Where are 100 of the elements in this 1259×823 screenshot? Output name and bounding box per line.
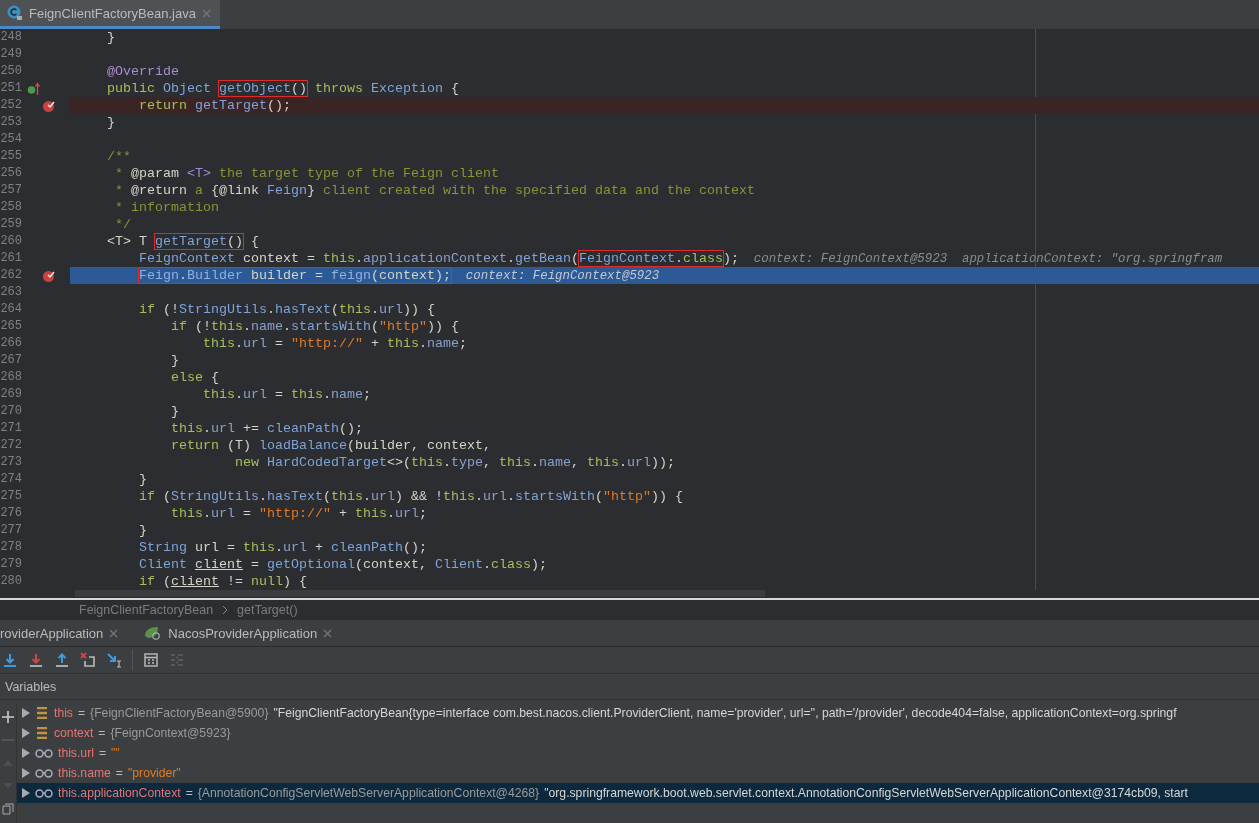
panel-title: Variables [5, 679, 57, 694]
line-number: 261 [0, 250, 22, 267]
variable-name: this.url [58, 746, 94, 760]
code-line: Client client = getOptional(context, Client.class); [138, 556, 548, 573]
equals-sign: = [98, 726, 106, 740]
add-icon[interactable] [2, 711, 14, 723]
class-file-icon [7, 5, 23, 21]
glasses-icon [35, 788, 53, 798]
line-number: 251 [0, 80, 22, 97]
equals-sign: = [77, 706, 86, 720]
line-number: 280 [0, 573, 22, 590]
code-line: * information [114, 199, 220, 216]
code-line: */ [114, 216, 132, 233]
variable-name: context [54, 726, 94, 740]
code-line: this.url = this.name; [201, 386, 372, 403]
line-number: 257 [0, 182, 22, 199]
line-number: 266 [0, 335, 22, 352]
line-number: 259 [0, 216, 22, 233]
variable-value: {FeignClientFactoryBean@5900} [90, 706, 269, 720]
line-number: 255 [0, 148, 22, 165]
field-icon [35, 727, 49, 739]
code-line: * @return a {@link Feign} client created with the specified data and the context [114, 182, 756, 199]
close-icon[interactable] [323, 628, 333, 638]
breadcrumb-item[interactable]: getTarget() [237, 603, 298, 617]
code-line: public Object getObject() throws Exception { [106, 80, 460, 97]
code-line: if (!StringUtils.hasText(this.url)) { [138, 301, 436, 318]
overrides-icon[interactable] [27, 81, 41, 96]
line-number: 274 [0, 471, 22, 488]
line-number: 273 [0, 454, 22, 471]
step-over-icon[interactable] [2, 652, 18, 668]
breadcrumb-item[interactable]: FeignClientFactoryBean [79, 603, 214, 617]
breakpoint-icon[interactable] [42, 268, 56, 283]
variable-value: "" [111, 746, 120, 760]
step-out-icon[interactable] [54, 652, 70, 668]
line-number: 264 [0, 301, 22, 318]
code-line: if (StringUtils.hasText(this.url) && !this.url.startsWith("http")) { [138, 488, 684, 505]
variable-value: "FeignClientFactoryBean{type=interface com.best.nacos.client.ProviderClient, name='provider', url='', path='/provider', decode404=false, applicationContext=org.springf [273, 706, 1177, 720]
code-line: } [106, 114, 116, 131]
line-number: 270 [0, 403, 22, 420]
run-config-tab[interactable]: roviderApplication [0, 620, 133, 646]
line-number: 278 [0, 539, 22, 556]
line-number: 249 [0, 46, 22, 63]
line-number: 256 [0, 165, 22, 182]
step-into-icon[interactable] [28, 652, 44, 668]
code-line: FeignContext context = this.applicationContext.getBean(FeignContext.class); context: FeignContext@5923 applicationContext: "org.springfram [138, 250, 1224, 267]
code-line: /** [106, 148, 132, 165]
variable-row[interactable]: this.applicationContext = {AnnotationConfigServletWebServerApplicationContext@4268} "org.springframework.boot.web.servlet.context.AnnotationConfigServletWebServerApplicationContext@3174cb09, start [17, 783, 1259, 803]
line-number: 276 [0, 505, 22, 522]
variable-row[interactable]: this.url = "" [17, 743, 1259, 763]
variable-value: {FeignContext@5923} [110, 726, 231, 740]
code-line: new HardCodedTarget<>(this.type, this.name, this.url)); [233, 454, 676, 471]
line-number: 252 [0, 97, 22, 114]
run-to-cursor-icon[interactable] [106, 652, 122, 668]
line-number: 271 [0, 420, 22, 437]
code-line: @Override [106, 63, 180, 80]
close-icon[interactable] [109, 628, 119, 638]
line-number: 250 [0, 63, 22, 80]
equals-sign: = [98, 746, 107, 760]
drop-frame-icon[interactable] [80, 652, 96, 668]
variable-row[interactable]: this.name = "provider" [17, 763, 1259, 783]
equals-sign: = [185, 786, 193, 800]
variable-value: {AnnotationConfigServletWebServerApplicationContext@4268} [197, 786, 540, 800]
line-number: 277 [0, 522, 22, 539]
code-line: if (!this.name.startsWith("http")) { [169, 318, 460, 335]
leaf-icon [144, 626, 163, 640]
code-line: this.url = "http://" + this.name; [201, 335, 468, 352]
line-number: 275 [0, 488, 22, 505]
variable-name: this.name [58, 766, 111, 780]
code-line: } [106, 29, 116, 46]
line-number: 263 [0, 284, 22, 301]
run-config-tab[interactable]: NacosProviderApplication [132, 620, 347, 646]
horizontal-scrollbar[interactable] [75, 590, 765, 597]
line-number: 253 [0, 114, 22, 131]
variable-value: "provider" [127, 766, 181, 780]
calculator-icon[interactable] [143, 652, 159, 668]
variable-row[interactable]: context = {FeignContext@5923} [17, 723, 1259, 743]
line-number: 265 [0, 318, 22, 335]
file-tab[interactable]: FeignClientFactoryBean.java [0, 0, 220, 29]
line-number: 269 [0, 386, 22, 403]
code-line: * @param <T> the target type of the Feign client [114, 165, 500, 182]
line-number: 258 [0, 199, 22, 216]
variable-name: this [54, 706, 73, 720]
line-number: 262 [0, 267, 22, 284]
line-number: 267 [0, 352, 22, 369]
glasses-icon [35, 768, 53, 778]
equals-sign: = [115, 766, 123, 780]
variable-name: this.applicationContext [58, 786, 181, 800]
line-number: 279 [0, 556, 22, 573]
field-icon [35, 707, 49, 719]
code-line: <T> T getTarget() { [106, 233, 260, 250]
breakpoint-icon[interactable] [42, 98, 56, 113]
line-number: 260 [0, 233, 22, 250]
code-line: String url = this.url + cleanPath(); [138, 539, 428, 556]
code-line: this.url = "http://" + this.url; [169, 505, 428, 522]
line-number: 254 [0, 131, 22, 148]
copy-icon[interactable] [2, 803, 14, 815]
code-line: } [169, 352, 180, 369]
line-number: 268 [0, 369, 22, 386]
code-line: else { [169, 369, 220, 386]
variable-value: "org.springframework.boot.web.servlet.context.AnnotationConfigServletWebServerApplicationContext@3174cb09, start [544, 786, 1188, 800]
